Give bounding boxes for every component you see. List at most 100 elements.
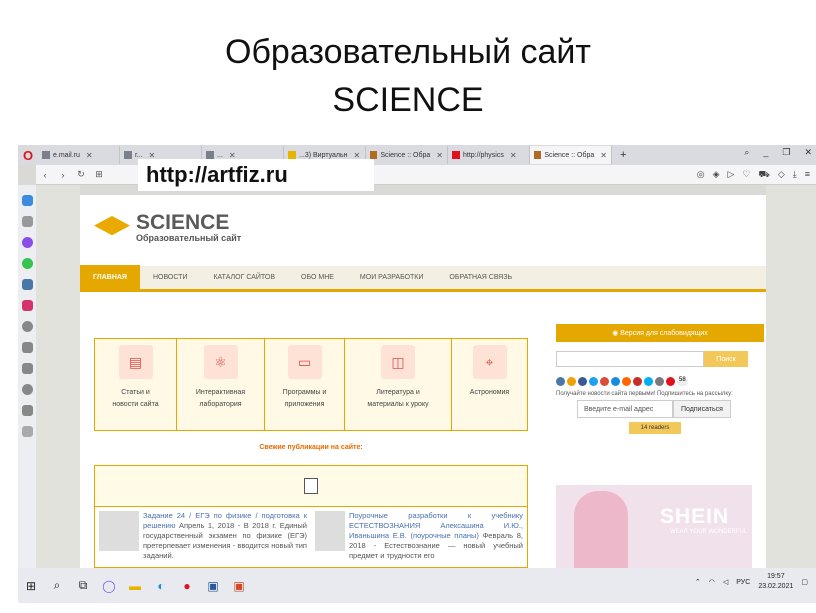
new-tab-button[interactable]: + bbox=[612, 149, 634, 161]
category-literature[interactable]: ◫ Литература и материалы к уроку bbox=[345, 339, 452, 430]
category-label: Статьи и bbox=[121, 389, 150, 396]
category-astronomy[interactable]: ⌖ Астрономия bbox=[452, 339, 527, 430]
volume-icon[interactable]: ◁ bbox=[723, 578, 728, 586]
skype-icon[interactable] bbox=[644, 377, 653, 386]
mailru-icon[interactable] bbox=[611, 377, 620, 386]
news-thumbnail[interactable] bbox=[99, 511, 139, 551]
task-view-icon[interactable]: ⧉ bbox=[70, 578, 96, 593]
vk-icon[interactable] bbox=[556, 377, 565, 386]
share-plus-icon[interactable] bbox=[666, 377, 675, 386]
send-icon[interactable]: ▷ bbox=[728, 169, 735, 181]
subscribe-note: Получайте новости сайта первыми! Подпиши… bbox=[556, 391, 733, 397]
close-tab-icon[interactable]: ✕ bbox=[600, 151, 607, 160]
home-icon[interactable] bbox=[21, 195, 33, 206]
reload-icon[interactable]: ↻ bbox=[72, 169, 90, 180]
close-tab-icon[interactable]: ✕ bbox=[510, 151, 517, 160]
search-button[interactable]: Поиск bbox=[704, 351, 748, 367]
menu-item-catalog[interactable]: КАТАЛОГ САЙТОВ bbox=[200, 265, 288, 291]
monitor-icon: ▭ bbox=[287, 345, 322, 379]
accessibility-label: Версия для слабовидящих bbox=[620, 329, 708, 337]
vk-icon[interactable] bbox=[21, 279, 33, 290]
more-icon[interactable] bbox=[21, 426, 33, 437]
file-explorer-icon[interactable]: ▬ bbox=[122, 579, 148, 593]
menu-item-projects[interactable]: МОИ РАЗРАБОТКИ bbox=[347, 265, 437, 291]
forward-icon[interactable]: › bbox=[54, 170, 72, 180]
download-icon[interactable]: ⤓ bbox=[793, 169, 797, 181]
messenger-icon[interactable] bbox=[21, 237, 33, 248]
category-articles[interactable]: ▤ Статьи и новости сайта bbox=[95, 339, 177, 430]
tab-label: Science :: Обра bbox=[544, 151, 595, 159]
logo-title: SCIENCE bbox=[136, 211, 230, 234]
search-input[interactable] bbox=[556, 351, 704, 367]
subscribe-button[interactable]: Подписаться bbox=[673, 400, 731, 418]
heart-icon[interactable]: ♡ bbox=[742, 169, 750, 181]
address-bar-tools: ◎ ◈ ▷ ♡ ⛟ ◇ ⤓ ≡ bbox=[697, 169, 810, 181]
cortana-icon[interactable]: ◯ bbox=[96, 579, 122, 593]
player-icon[interactable] bbox=[21, 321, 33, 332]
feedburner-readers-badge[interactable]: 14 readers bbox=[629, 422, 681, 434]
network-icon[interactable]: ◠ bbox=[709, 578, 715, 586]
minimize-icon[interactable]: _ bbox=[763, 147, 768, 158]
menu-item-feedback[interactable]: ОБРАТНАЯ СВЯЗЬ bbox=[436, 265, 525, 291]
category-lab[interactable]: ⚛ Интерактивная лаборатория bbox=[177, 339, 265, 430]
menu-item-news[interactable]: НОВОСТИ bbox=[140, 265, 201, 291]
tab-6-active[interactable]: Science :: Обра ✕ bbox=[530, 146, 612, 164]
restore-icon[interactable]: ❐ bbox=[782, 147, 790, 158]
ok-icon[interactable] bbox=[567, 377, 576, 386]
edge-icon[interactable]: ◐ bbox=[148, 579, 174, 593]
heart-icon[interactable] bbox=[21, 363, 33, 374]
pin-icon[interactable] bbox=[21, 405, 33, 416]
tab-favicon-icon bbox=[534, 151, 542, 159]
send-icon[interactable] bbox=[21, 342, 33, 353]
tab-5[interactable]: http://physics ✕ bbox=[448, 146, 530, 164]
googleplus-icon[interactable] bbox=[600, 377, 609, 386]
pinterest-icon[interactable] bbox=[633, 377, 642, 386]
language-indicator[interactable]: РУС bbox=[736, 579, 750, 586]
shield-icon[interactable]: ◈ bbox=[713, 169, 720, 181]
tab-favicon-icon bbox=[206, 151, 214, 159]
accessibility-button[interactable]: ◉ Версия для слабовидящих bbox=[556, 324, 764, 342]
category-label: новости сайта bbox=[112, 401, 159, 408]
news-thumbnail[interactable] bbox=[315, 511, 345, 551]
back-icon[interactable]: ‹ bbox=[36, 170, 54, 180]
instagram-icon[interactable] bbox=[21, 300, 33, 311]
site-logo[interactable]: SCIENCE Образовательный сайт bbox=[94, 211, 241, 243]
category-programs[interactable]: ▭ Программы и приложения bbox=[265, 339, 345, 430]
word-icon[interactable]: ▣ bbox=[200, 579, 226, 593]
advertisement[interactable]: SHEIN WEAR YOUR WONDERFUL bbox=[556, 485, 752, 568]
menu-item-home[interactable]: ГЛАВНАЯ bbox=[80, 264, 140, 291]
close-window-icon[interactable]: ✕ bbox=[804, 147, 812, 158]
close-tab-icon[interactable]: ✕ bbox=[86, 151, 93, 160]
facebook-icon[interactable] bbox=[578, 377, 587, 386]
page-background-right bbox=[766, 185, 816, 568]
email-field[interactable]: Введите e-mail адрес bbox=[577, 400, 673, 418]
search-icon[interactable]: ⌕ bbox=[744, 147, 749, 158]
opera-menu-icon[interactable]: O bbox=[18, 145, 38, 165]
start-icon[interactable]: ⊞ bbox=[18, 579, 44, 593]
book-icon: ▤ bbox=[118, 345, 153, 379]
bookmark-icon[interactable] bbox=[21, 216, 33, 227]
twitter-icon[interactable] bbox=[589, 377, 598, 386]
blogger-icon[interactable] bbox=[622, 377, 631, 386]
whatsapp-icon[interactable] bbox=[21, 258, 33, 269]
notification-icon[interactable]: ▢ bbox=[801, 578, 808, 586]
clock[interactable]: 19:57 23.02.2021 bbox=[758, 572, 793, 592]
chevron-up-icon[interactable]: ⌃ bbox=[695, 578, 701, 586]
camera-icon[interactable]: ◎ bbox=[697, 169, 705, 181]
fresh-publications-title: Свежие публикации на сайте: bbox=[259, 444, 363, 451]
email-icon[interactable] bbox=[655, 377, 664, 386]
box-icon[interactable]: ◇ bbox=[778, 169, 785, 181]
history-icon[interactable] bbox=[21, 384, 33, 395]
search-icon[interactable]: ⌕ bbox=[44, 578, 70, 593]
social-icons: 58 bbox=[556, 377, 764, 386]
powerpoint-icon[interactable]: ▣ bbox=[226, 579, 252, 593]
menu-item-about[interactable]: ОБО МНЕ bbox=[288, 265, 347, 291]
tab-4[interactable]: Science :: Обра ✕ bbox=[366, 146, 448, 164]
menu-icon[interactable]: ≡ bbox=[805, 169, 810, 181]
opera-icon[interactable]: ● bbox=[174, 579, 200, 593]
close-tab-icon[interactable]: ✕ bbox=[436, 151, 443, 160]
cart-icon[interactable]: ⛟ bbox=[759, 169, 770, 181]
speed-dial-icon[interactable]: ⊞ bbox=[90, 169, 108, 180]
tab-0[interactable]: e.mail.ru ✕ bbox=[38, 146, 120, 164]
eye-icon: ◉ bbox=[612, 330, 621, 337]
